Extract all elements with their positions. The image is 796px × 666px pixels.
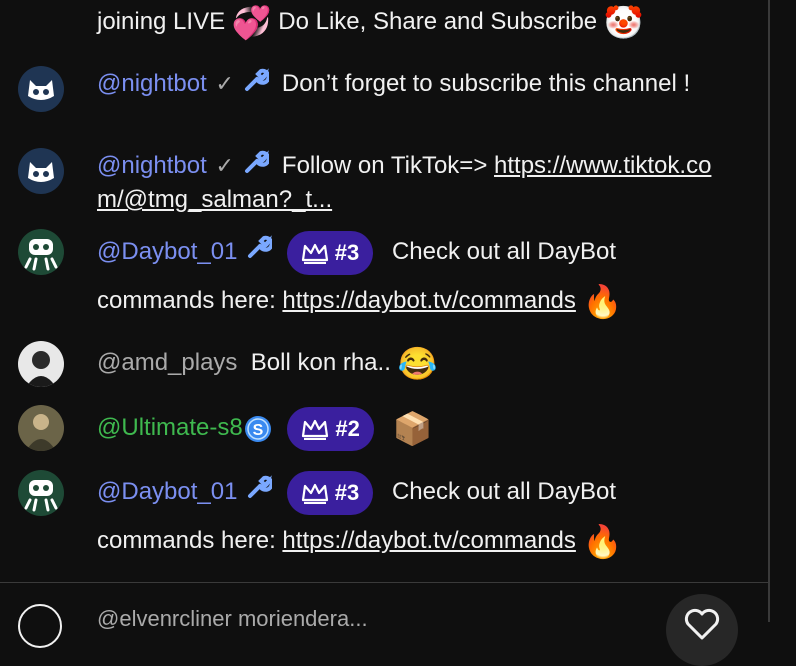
gift-rank-badge[interactable]: #3	[286, 230, 374, 275]
crown-icon	[302, 419, 329, 440]
user-avatar-icon	[18, 405, 64, 451]
message-text: Follow on TikTok=>	[281, 151, 495, 179]
author-handle[interactable]: @Daybot_01	[97, 238, 237, 265]
author-handle[interactable]: @nightbot	[97, 152, 207, 179]
author-handle[interactable]: @nightbot	[97, 70, 207, 97]
chat-message: @nightbot ✓ Follow on TikTok=> https://w…	[97, 149, 737, 216]
avatar[interactable]	[18, 148, 64, 194]
badge-rank: #3	[334, 479, 360, 505]
svg-text:S: S	[252, 422, 263, 439]
badge-rank: #3	[334, 239, 360, 265]
s-coin-icon: S	[243, 414, 273, 442]
author-handle[interactable]: @amd_plays	[97, 349, 237, 376]
avatar[interactable]	[18, 405, 64, 451]
chat-message: @nightbot ✓ Don’t forget to subscribe th…	[97, 67, 737, 102]
fire-emoji: 🔥	[582, 283, 623, 320]
crown-icon	[301, 483, 328, 504]
wrench-icon	[246, 229, 274, 277]
add-icon[interactable]	[18, 604, 62, 648]
daybot-avatar-icon	[18, 470, 64, 516]
like-button[interactable]	[666, 594, 738, 666]
divider	[0, 582, 768, 583]
chat-message: @amd_plays Boll kon rha.. 😂	[97, 347, 737, 380]
avatar[interactable]	[18, 341, 64, 387]
check-icon: ✓	[215, 152, 234, 178]
live-chat-list: joining LIVE 💞 Do Like, Share and Subscr…	[0, 0, 770, 582]
badge-rank: #2	[335, 415, 360, 441]
emoji: 💞	[231, 4, 272, 41]
nightbot-avatar-icon	[18, 66, 64, 112]
emoji: 🤡	[603, 4, 644, 41]
message-text: joining LIVE	[97, 8, 226, 35]
gift-rank-badge[interactable]: #2	[287, 406, 374, 451]
daybot-avatar-icon	[18, 229, 64, 275]
chat-message: joining LIVE 💞 Do Like, Share and Subscr…	[97, 6, 737, 39]
wrench-icon	[243, 149, 271, 184]
message-text: Don’t forget to subscribe this channel !	[281, 69, 691, 97]
fire-emoji: 🔥	[582, 523, 623, 560]
message-text: Boll kon rha..	[250, 349, 391, 376]
commands-link[interactable]: https://daybot.tv/commands	[282, 287, 575, 314]
avatar[interactable]	[18, 66, 64, 112]
message-text: Do Like, Share and Subscribe	[278, 8, 598, 35]
avatar[interactable]	[18, 229, 64, 275]
wrench-icon	[246, 469, 274, 517]
wrench-icon	[243, 67, 271, 102]
chat-message: @Ultimate-s8 S #2 📦	[97, 404, 737, 453]
author-handle[interactable]: @Ultimate-s8	[97, 414, 243, 441]
heart-icon	[684, 608, 720, 640]
scrollbar[interactable]	[768, 0, 770, 622]
user-avatar-icon	[18, 341, 64, 387]
nightbot-avatar-icon	[18, 148, 64, 194]
crown-icon	[301, 243, 328, 264]
avatar[interactable]	[18, 470, 64, 516]
cat-box-emoji: 📦	[392, 410, 433, 447]
chat-message: @Daybot_01 #3 Check out all DayBot comma…	[97, 228, 737, 325]
chat-message: @Daybot_01 #3 Check out all DayBot comma…	[97, 468, 737, 565]
gift-rank-badge[interactable]: #3	[286, 470, 374, 515]
laughing-emoji: 😂	[397, 345, 438, 382]
check-icon: ✓	[215, 70, 234, 96]
author-handle[interactable]: @Daybot_01	[97, 478, 237, 505]
chat-input[interactable]: @elvenrcliner moriendera...	[97, 606, 368, 632]
commands-link[interactable]: https://daybot.tv/commands	[282, 527, 575, 554]
